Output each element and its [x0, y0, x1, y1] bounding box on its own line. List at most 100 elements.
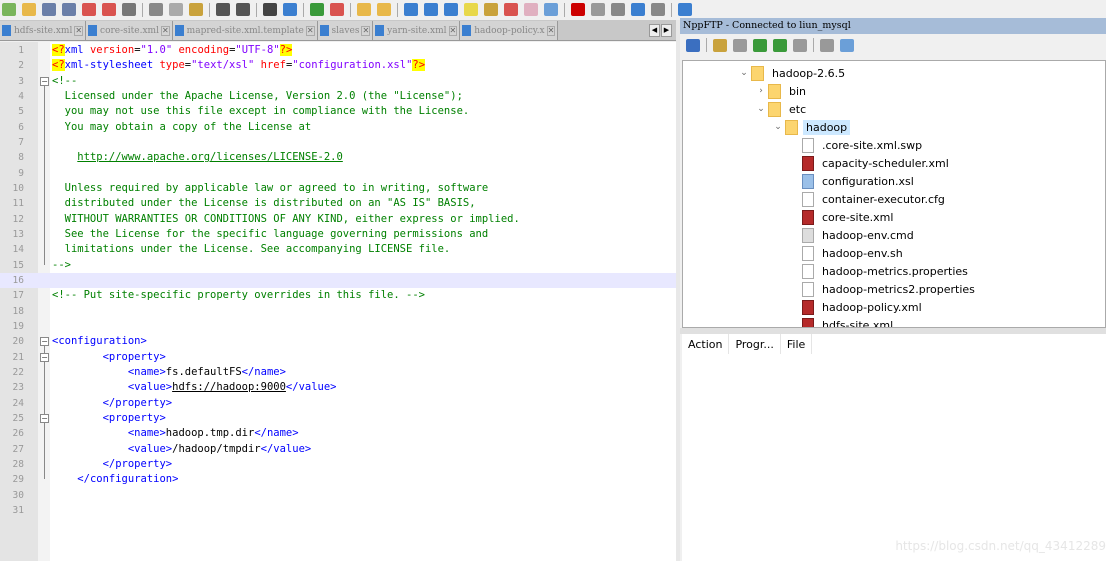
copy-icon[interactable]: [169, 3, 183, 16]
doc-map-icon[interactable]: [484, 3, 498, 16]
code-token: http://www.apache.org/licenses/LICENSE-2…: [77, 151, 343, 164]
close-icon[interactable]: [82, 3, 96, 16]
chevron-down-icon[interactable]: ⌄: [754, 104, 768, 114]
upload-icon[interactable]: [753, 38, 767, 52]
refresh-icon[interactable]: [773, 38, 787, 52]
tree-item-hadoop-policy-xml[interactable]: hadoop-policy.xml: [788, 298, 925, 316]
close-tab-icon[interactable]: ✕: [546, 25, 556, 36]
tab-hdfs-site-xml[interactable]: hdfs-site.xml ✕: [0, 21, 87, 40]
message-window-icon[interactable]: [840, 38, 854, 52]
tree-item-container-executor-cfg[interactable]: container-executor.cfg: [788, 190, 948, 208]
abort-icon[interactable]: [793, 38, 807, 52]
tree-item-etc[interactable]: ⌄ etc: [754, 100, 809, 118]
zoom-in-icon[interactable]: [310, 3, 324, 16]
tree-item-label: configuration.xsl: [822, 174, 914, 188]
code-token: "text/xsl": [191, 59, 261, 72]
line-number: 9: [18, 167, 24, 179]
folder-workspace-icon[interactable]: [524, 3, 538, 16]
line-content: <property>: [52, 350, 166, 365]
sync-h-icon[interactable]: [377, 3, 391, 16]
paste-icon[interactable]: [189, 3, 203, 16]
wrap-icon[interactable]: [404, 3, 418, 16]
tree-item-hadoop-metrics2-properties[interactable]: hadoop-metrics2.properties: [788, 280, 978, 298]
save-icon[interactable]: [42, 3, 56, 16]
sync-v-icon[interactable]: [357, 3, 371, 16]
fold-toggle-icon[interactable]: −: [40, 337, 49, 347]
file-icon: [802, 137, 814, 153]
replace-icon[interactable]: [283, 3, 297, 16]
fold-toggle-icon[interactable]: −: [40, 352, 49, 362]
tree-item-configuration-xsl[interactable]: configuration.xsl: [788, 172, 917, 190]
tree-item-hadoop-env-cmd[interactable]: hadoop-env.cmd: [788, 226, 917, 244]
code-token: </name>: [254, 427, 299, 440]
connect-icon[interactable]: [686, 38, 700, 52]
code-editor[interactable]: 1 <?xml version="1.0" encoding="UTF-8"?> 2…: [0, 42, 676, 561]
function-list-icon[interactable]: [504, 3, 518, 16]
line-content: <?xml-stylesheet type="text/xsl" href="c…: [52, 58, 426, 73]
close-tab-icon[interactable]: ✕: [305, 25, 315, 36]
tree-item--core-site-xml-swp[interactable]: .core-site.xml.swp: [788, 136, 925, 154]
close-tab-icon[interactable]: ✕: [160, 25, 170, 36]
save-all-icon[interactable]: [62, 3, 76, 16]
tree-item-core-site-xml[interactable]: core-site.xml: [788, 208, 896, 226]
tree-item-hadoop-metrics-properties[interactable]: hadoop-metrics.properties: [788, 262, 971, 280]
download-icon[interactable]: [733, 38, 747, 52]
line-content: WITHOUT WARRANTIES OR CONDITIONS OF ANY …: [52, 212, 520, 227]
close-tab-icon[interactable]: ✕: [361, 25, 371, 36]
play-multi-icon[interactable]: [631, 3, 645, 16]
print-icon[interactable]: [122, 3, 136, 16]
tab-scroll-right-icon[interactable]: ▶: [661, 23, 672, 37]
close-tab-icon[interactable]: ✕: [448, 25, 458, 36]
fold-toggle-icon[interactable]: −: [40, 413, 49, 423]
queue-column-header[interactable]: Progr...: [729, 334, 781, 354]
remote-file-tree[interactable]: ⌄ hadoop-2.6.5 › bin ⌄ etc ⌄ hadoop .core-site.x…: [682, 60, 1106, 328]
code-token: /hadoop/tmpdir: [172, 442, 261, 455]
zoom-out-icon[interactable]: [330, 3, 344, 16]
queue-column-header[interactable]: File: [781, 334, 813, 354]
code-token: <?: [52, 59, 65, 72]
all-chars-icon[interactable]: [424, 3, 438, 16]
tab-scroll-left-icon[interactable]: ◀: [649, 23, 660, 37]
chevron-down-icon[interactable]: ⌄: [771, 122, 785, 132]
monitor-icon[interactable]: [544, 3, 558, 16]
code-line: 28 </property>: [0, 457, 676, 472]
new-icon[interactable]: [2, 3, 16, 16]
tree-item-label: hadoop-metrics2.properties: [822, 282, 975, 296]
tree-item-hadoop[interactable]: ⌄ hadoop: [771, 118, 851, 136]
tab-mapred-site-xml-template[interactable]: mapred-site.xml.template ✕: [172, 21, 318, 40]
queue-column-header[interactable]: Action: [682, 334, 730, 354]
close-all-icon[interactable]: [102, 3, 116, 16]
close-tab-icon[interactable]: ✕: [74, 25, 84, 36]
cut-icon[interactable]: [149, 3, 163, 16]
chevron-down-icon[interactable]: ⌄: [737, 68, 751, 78]
settings-icon[interactable]: [820, 38, 834, 52]
tree-item-hadoop-2-6-5[interactable]: ⌄ hadoop-2.6.5: [737, 64, 848, 82]
tree-item-capacity-scheduler-xml[interactable]: capacity-scheduler.xml: [788, 154, 952, 172]
open-dir-icon[interactable]: [713, 38, 727, 52]
tab-yarn-site-xml[interactable]: yarn-site.xml ✕: [373, 21, 461, 40]
tab-core-site-xml[interactable]: core-site.xml ✕: [86, 21, 173, 40]
udl-icon[interactable]: [464, 3, 478, 16]
nppftp-icon[interactable]: [678, 3, 692, 16]
fold-toggle-icon[interactable]: −: [40, 76, 49, 86]
code-token: distributed under the License is distrib…: [52, 197, 476, 210]
open-icon[interactable]: [22, 3, 36, 16]
find-icon[interactable]: [263, 3, 277, 16]
redo-icon[interactable]: [236, 3, 250, 16]
chevron-right-icon[interactable]: ›: [754, 86, 768, 96]
record-icon[interactable]: [571, 3, 585, 16]
undo-icon[interactable]: [216, 3, 230, 16]
tree-item-bin[interactable]: › bin: [754, 82, 809, 100]
line-number: 15: [12, 259, 24, 271]
tab-slaves[interactable]: slaves ✕: [317, 21, 374, 40]
code-token: You may obtain a copy of the License at: [52, 120, 312, 133]
play-icon[interactable]: [611, 3, 625, 16]
save-macro-icon[interactable]: [651, 3, 665, 16]
tab-label: core-site.xml: [100, 25, 159, 36]
stop-icon[interactable]: [591, 3, 605, 16]
tab-hadoop-policy-x[interactable]: hadoop-policy.x ✕: [460, 21, 559, 40]
tree-item-hdfs-site-xml[interactable]: hdfs-site.xml: [788, 316, 896, 327]
tree-item-hadoop-env-sh[interactable]: hadoop-env.sh: [788, 244, 906, 262]
indent-guide-icon[interactable]: [444, 3, 458, 16]
